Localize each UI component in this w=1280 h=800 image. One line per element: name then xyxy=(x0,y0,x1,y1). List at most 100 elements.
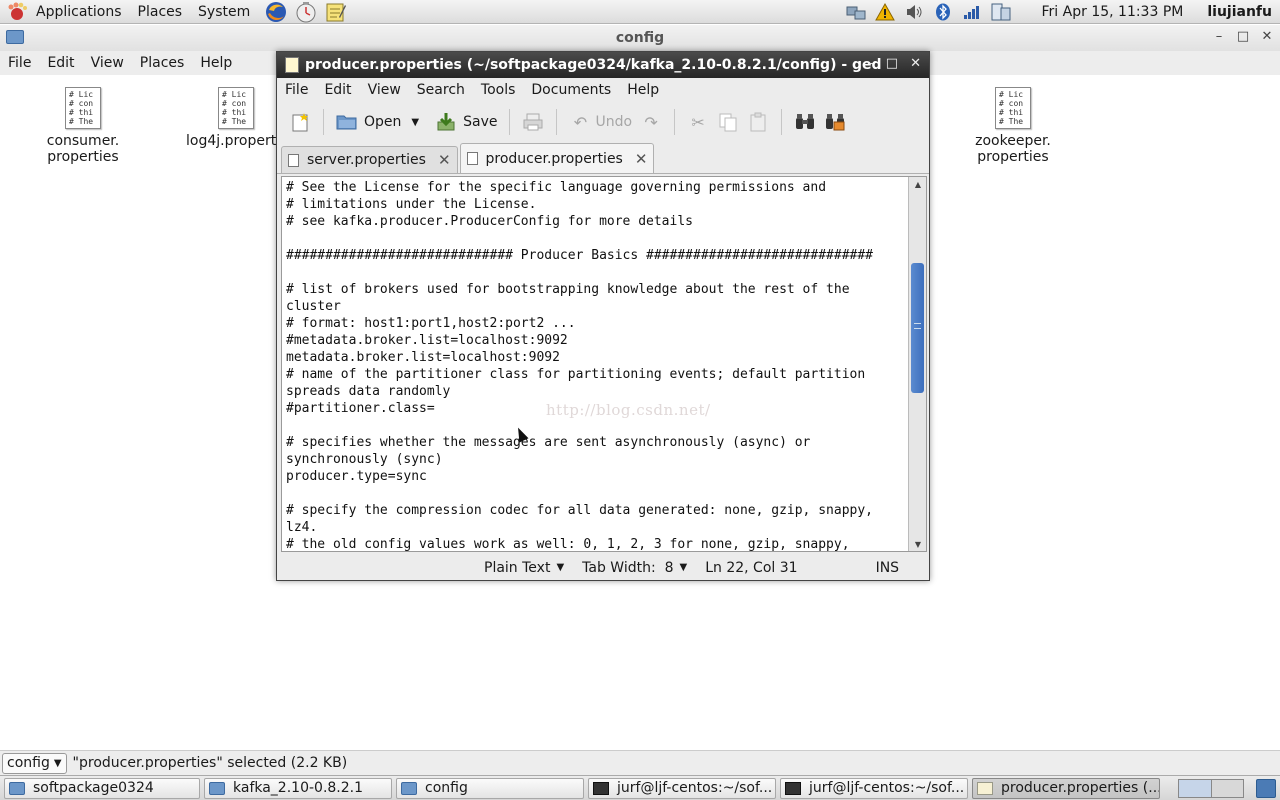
maximize-icon[interactable]: □ xyxy=(886,56,898,71)
menu-search[interactable]: Search xyxy=(409,82,473,98)
gnome-foot-icon[interactable] xyxy=(6,1,28,23)
editor-line[interactable]: synchronously (sync) xyxy=(286,451,908,468)
tab-producer-properties[interactable]: producer.properties ✕ xyxy=(459,143,655,173)
insert-mode: INS xyxy=(875,559,900,576)
menu-applications[interactable]: Applications xyxy=(28,0,130,24)
editor-line[interactable] xyxy=(286,230,908,247)
gedit-titlebar[interactable]: producer.properties (~/softpackage0324/k… xyxy=(277,52,929,78)
paste-button[interactable] xyxy=(743,106,773,138)
save-button[interactable]: Save xyxy=(431,106,501,138)
clock[interactable]: Fri Apr 15, 11:33 PM xyxy=(1042,4,1184,20)
tab-server-properties[interactable]: server.properties ✕ xyxy=(281,146,458,173)
user-name[interactable]: liujianfu xyxy=(1207,4,1272,20)
menu-edit[interactable]: Edit xyxy=(316,82,359,98)
scroll-down-icon[interactable]: ▼ xyxy=(910,537,926,551)
menu-documents[interactable]: Documents xyxy=(523,82,619,98)
text-editor[interactable]: # See the License for the specific langu… xyxy=(281,176,927,552)
open-button[interactable]: Open ▼ xyxy=(332,106,423,138)
editor-line[interactable]: # format: host1:port1,host2:port2 ... xyxy=(286,315,908,332)
editor-line[interactable]: # see kafka.producer.ProducerConfig for … xyxy=(286,213,908,230)
tab-width-selector[interactable]: Tab Width: 8 ▼ xyxy=(582,560,687,576)
file-zookeeper-properties[interactable]: # Lic # con # thi # The zookeeper. properti… xyxy=(963,75,1063,165)
menu-places[interactable]: Places xyxy=(130,0,191,24)
redo-button[interactable]: ↷ xyxy=(636,106,666,138)
editor-line[interactable]: ############################# Producer B… xyxy=(286,247,908,264)
print-button[interactable] xyxy=(518,106,548,138)
new-document-button[interactable] xyxy=(285,106,315,138)
find-button[interactable] xyxy=(790,106,820,138)
editor-line[interactable]: # specifies whether the messages are sen… xyxy=(286,434,908,451)
task-terminal-2[interactable]: jurf@ljf-centos:~/sof... xyxy=(780,777,968,799)
editor-line[interactable] xyxy=(286,417,908,434)
document-icon xyxy=(288,153,299,167)
notes-icon[interactable] xyxy=(324,1,348,23)
firefox-icon[interactable] xyxy=(264,1,288,23)
signal-icon[interactable] xyxy=(961,2,983,22)
menu-system[interactable]: System xyxy=(190,0,258,24)
cut-button[interactable]: ✂ xyxy=(683,106,713,138)
editor-line[interactable]: producer.type=sync xyxy=(286,468,908,485)
editor-line[interactable]: #metadata.broker.list=localhost:9092 xyxy=(286,332,908,349)
close-icon[interactable]: ✕ xyxy=(910,56,921,71)
editor-line[interactable]: # name of the partitioner class for part… xyxy=(286,366,908,383)
task-softpackage0324[interactable]: softpackage0324 xyxy=(4,777,200,799)
nautilus-titlebar[interactable]: config – □ ✕ xyxy=(0,25,1280,51)
editor-line[interactable]: # the old config values work as well: 0,… xyxy=(286,536,908,551)
menu-edit[interactable]: Edit xyxy=(39,55,82,71)
toolbar-separator xyxy=(674,109,676,135)
editor-line[interactable]: metadata.broker.list=localhost:9092 xyxy=(286,349,908,366)
terminal-icon xyxy=(593,781,609,795)
clock-icon[interactable] xyxy=(294,1,318,23)
editor-line[interactable]: spreads data randomly xyxy=(286,383,908,400)
menu-places[interactable]: Places xyxy=(132,55,193,71)
menu-help[interactable]: Help xyxy=(192,55,240,71)
editor-line[interactable]: lz4. xyxy=(286,519,908,536)
editor-line[interactable]: # See the License for the specific langu… xyxy=(286,179,908,196)
warning-icon[interactable] xyxy=(874,2,896,22)
file-consumer-properties[interactable]: # Lic # con # thi # The consumer. propertie… xyxy=(33,75,133,165)
folder-icon xyxy=(9,781,25,795)
task-gedit[interactable]: producer.properties (... xyxy=(972,777,1160,799)
close-icon[interactable]: ✕ xyxy=(438,151,451,169)
editor-content[interactable]: # See the License for the specific langu… xyxy=(286,179,908,551)
menu-view[interactable]: View xyxy=(83,55,132,71)
volume-icon[interactable] xyxy=(903,2,925,22)
undo-button[interactable]: ↶ Undo xyxy=(565,106,636,138)
task-terminal-1[interactable]: jurf@ljf-centos:~/sof... xyxy=(588,777,776,799)
scroll-up-icon[interactable]: ▲ xyxy=(910,177,926,191)
task-kafka[interactable]: kafka_2.10-0.8.2.1 xyxy=(204,777,392,799)
minimize-icon[interactable]: – xyxy=(867,56,874,71)
menu-file[interactable]: File xyxy=(277,82,316,98)
close-icon[interactable]: ✕ xyxy=(1260,29,1274,44)
task-config[interactable]: config xyxy=(396,777,584,799)
workspace-1[interactable] xyxy=(1179,780,1212,797)
menu-help[interactable]: Help xyxy=(619,82,667,98)
text-editor-icon xyxy=(285,57,299,73)
workspace-2[interactable] xyxy=(1211,780,1243,797)
editor-line[interactable]: cluster xyxy=(286,298,908,315)
vertical-scrollbar[interactable]: ▲ ▼ xyxy=(908,177,926,551)
editor-line[interactable]: # specify the compression codec for all … xyxy=(286,502,908,519)
language-selector[interactable]: Plain Text ▼ xyxy=(484,560,564,576)
chevron-down-icon[interactable]: ▼ xyxy=(411,117,419,128)
editor-line[interactable]: # list of brokers used for bootstrapping… xyxy=(286,281,908,298)
editor-line[interactable] xyxy=(286,485,908,502)
network-icon[interactable] xyxy=(845,2,867,22)
replace-button[interactable] xyxy=(820,106,850,138)
bluetooth-icon[interactable] xyxy=(932,2,954,22)
path-combo[interactable]: config ▼ xyxy=(2,752,67,774)
menu-file[interactable]: File xyxy=(0,55,39,71)
editor-line[interactable] xyxy=(286,264,908,281)
scrollbar-thumb[interactable] xyxy=(911,263,924,393)
menu-view[interactable]: View xyxy=(360,82,409,98)
minimize-icon[interactable]: – xyxy=(1212,29,1226,44)
maximize-icon[interactable]: □ xyxy=(1236,29,1250,44)
menu-tools[interactable]: Tools xyxy=(473,82,524,98)
close-icon[interactable]: ✕ xyxy=(635,150,648,168)
file-log4j-properties[interactable]: # Lic # con # thi # The log4j.properti xyxy=(186,75,276,149)
editor-line[interactable]: # limitations under the License. xyxy=(286,196,908,213)
copy-button[interactable] xyxy=(713,106,743,138)
trash-icon[interactable] xyxy=(1256,779,1276,798)
workspace-switcher[interactable] xyxy=(1178,779,1244,798)
monitor-icon[interactable] xyxy=(990,2,1012,22)
